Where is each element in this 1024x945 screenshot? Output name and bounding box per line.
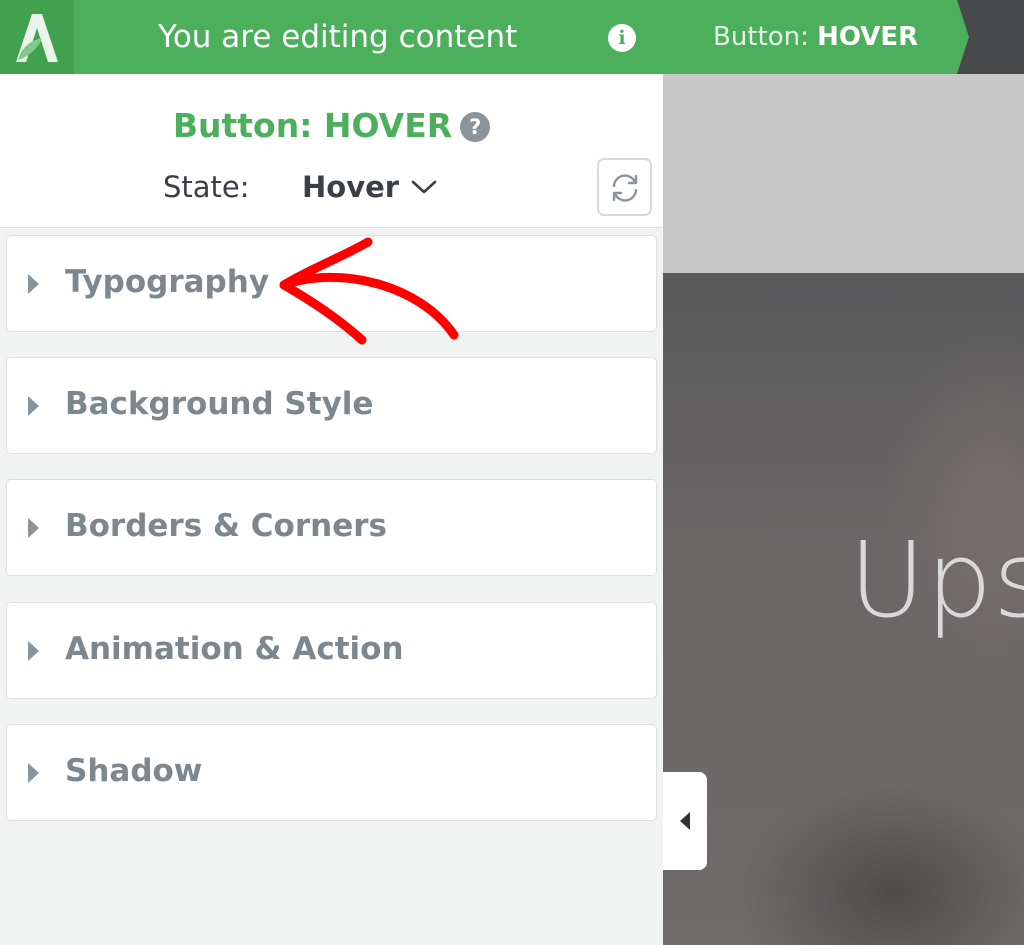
refresh-icon: [612, 174, 638, 202]
section-label: Animation & Action: [65, 631, 404, 667]
section-label: Typography: [65, 264, 270, 300]
section-borders-corners[interactable]: Borders & Corners: [6, 479, 657, 576]
editing-banner: You are editing content i: [74, 0, 663, 74]
state-label: State:: [163, 170, 250, 204]
caret-right-icon: [28, 763, 39, 783]
panel-title: Button: HOVER: [172, 106, 453, 145]
breadcrumb[interactable]: Button: HOVER: [663, 0, 969, 74]
caret-right-icon: [28, 274, 39, 294]
section-label: Shadow: [65, 753, 203, 789]
hero-heading: Ups: [849, 519, 1024, 641]
editing-status-text: You are editing content: [158, 19, 518, 55]
section-label: Background Style: [65, 386, 374, 422]
panel-header: Button: HOVER? State: Hover: [0, 74, 663, 228]
logo[interactable]: [0, 0, 74, 74]
caret-right-icon: [28, 641, 39, 661]
section-label: Borders & Corners: [65, 508, 387, 544]
info-icon[interactable]: i: [608, 24, 636, 52]
section-animation-action[interactable]: Animation & Action: [6, 602, 657, 699]
caret-right-icon: [28, 518, 39, 538]
reset-state-button[interactable]: [597, 158, 652, 216]
breadcrumb-element: Button:: [713, 22, 818, 52]
page-preview: Ups: [663, 74, 1024, 945]
chevron-down-icon[interactable]: [410, 178, 438, 196]
question-circle-icon[interactable]: ?: [460, 112, 491, 142]
state-select[interactable]: Hover: [302, 170, 399, 204]
collapse-panel-button[interactable]: [663, 772, 707, 870]
breadcrumb-state: HOVER: [817, 22, 919, 52]
settings-panel: Button: HOVER? State: Hover Typography B…: [0, 74, 663, 945]
caret-right-icon: [28, 396, 39, 416]
logo-a-leaf-icon: [16, 14, 58, 62]
section-shadow[interactable]: Shadow: [6, 724, 657, 821]
caret-left-icon: [680, 812, 690, 830]
top-bar: You are editing content i Button: HOVER: [0, 0, 1024, 74]
annotation-arrow: [279, 237, 459, 345]
section-background-style[interactable]: Background Style: [6, 357, 657, 454]
